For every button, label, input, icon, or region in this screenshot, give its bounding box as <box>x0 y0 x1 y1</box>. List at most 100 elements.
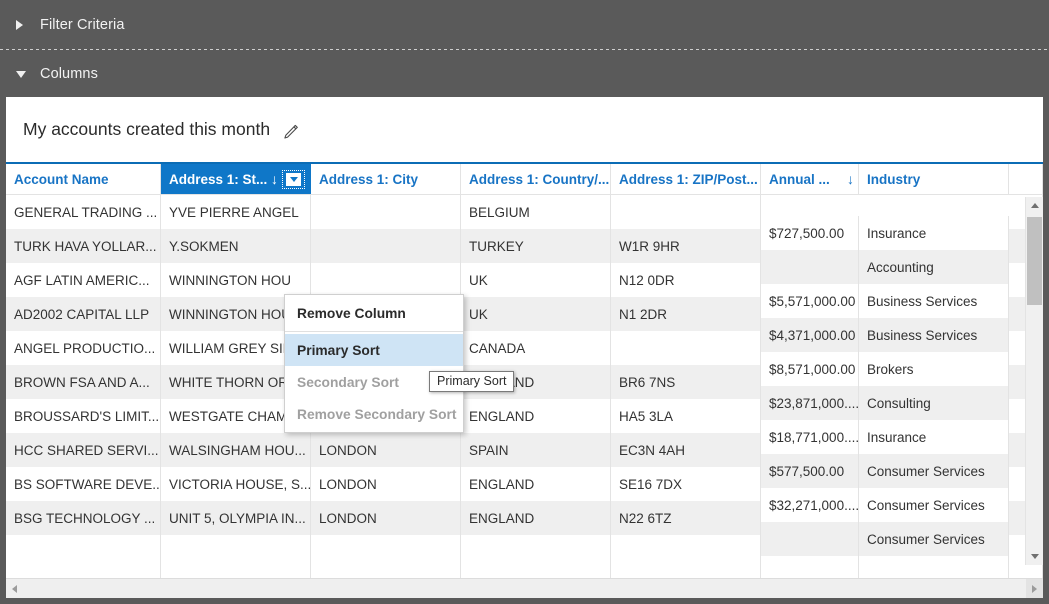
page-title: My accounts created this month <box>23 119 271 139</box>
table-cell[interactable]: $727,500.00 <box>761 216 858 250</box>
scroll-left-icon[interactable] <box>6 579 23 598</box>
scroll-down-icon[interactable] <box>1026 548 1043 565</box>
table-cell[interactable]: WALSINGHAM HOU... <box>161 433 310 467</box>
table-cell[interactable]: Insurance <box>859 216 1008 250</box>
grid-column-industry: Insurance Accounting Business Services Busi… <box>859 216 1009 598</box>
table-cell[interactable]: SPAIN <box>461 433 610 467</box>
table-cell[interactable]: VICTORIA HOUSE, S... <box>161 467 310 501</box>
scroll-up-icon[interactable] <box>1026 197 1043 214</box>
column-header-address_street[interactable]: Address 1: St... ↓ <box>161 164 311 194</box>
table-cell[interactable]: HCC SHARED SERVI... <box>6 433 160 467</box>
descending-arrow-icon: ↓ <box>847 171 854 187</box>
table-cell[interactable]: $577,500.00 <box>761 454 858 488</box>
column-header-address_city[interactable]: Address 1: City <box>311 164 461 194</box>
table-cell[interactable]: TURKEY <box>461 229 610 263</box>
table-cell[interactable]: $4,371,000.00 <box>761 318 858 352</box>
table-cell[interactable]: ENGLAND <box>461 399 610 433</box>
triangle-right-icon <box>16 20 32 30</box>
table-cell[interactable] <box>611 331 760 365</box>
table-cell[interactable]: WINNINGTON HOU <box>161 263 310 297</box>
table-cell[interactable]: Consumer Services <box>859 522 1008 556</box>
triangle-down-icon <box>16 71 32 78</box>
table-cell[interactable]: Consumer Services <box>859 488 1008 522</box>
table-cell[interactable]: Brokers <box>859 352 1008 386</box>
table-cell[interactable]: BR6 7NS <box>611 365 760 399</box>
table-cell[interactable]: Business Services <box>859 284 1008 318</box>
table-cell[interactable]: W1R 9HR <box>611 229 760 263</box>
table-cell[interactable] <box>311 263 460 297</box>
grid-customization-pane: Filter Criteria Columns My accounts crea… <box>0 0 1049 604</box>
column-header-account_name[interactable]: Account Name <box>6 164 161 194</box>
table-cell[interactable]: $5,571,000.00 <box>761 284 858 318</box>
table-cell[interactable] <box>761 522 858 556</box>
filter-criteria-label: Filter Criteria <box>40 16 125 33</box>
table-cell[interactable] <box>611 195 760 229</box>
grid-header-row: Account Name Address 1: St... ↓ Address 1: … <box>6 164 1043 195</box>
table-cell[interactable]: Insurance <box>859 420 1008 454</box>
data-grid: Account Name Address 1: St... ↓ Address 1: … <box>6 162 1043 598</box>
table-cell[interactable]: BSG TECHNOLOGY ... <box>6 501 160 535</box>
table-cell[interactable]: N12 0DR <box>611 263 760 297</box>
table-cell[interactable]: HA5 3LA <box>611 399 760 433</box>
column-header-industry[interactable]: Industry <box>859 164 1009 194</box>
column-header-annual_revenue[interactable]: Annual ... ↓ <box>761 164 859 194</box>
columns-section-header[interactable]: Columns <box>0 51 1049 97</box>
table-cell[interactable]: EC3N 4AH <box>611 433 760 467</box>
table-cell[interactable]: Business Services <box>859 318 1008 352</box>
column-header-label: Account Name <box>14 171 109 187</box>
table-cell[interactable]: N1 2DR <box>611 297 760 331</box>
table-cell[interactable]: $32,271,000.... <box>761 488 858 522</box>
table-cell[interactable]: Consumer Services <box>859 454 1008 488</box>
column-header-address_country[interactable]: Address 1: Country/... <box>461 164 611 194</box>
table-cell[interactable]: BROWN FSA AND A... <box>6 365 160 399</box>
column-context-menu[interactable]: Remove Column Primary Sort Secondary Sort R… <box>284 294 464 433</box>
filter-criteria-section-header[interactable]: Filter Criteria <box>0 0 1049 49</box>
table-cell[interactable]: CANADA <box>461 331 610 365</box>
dropdown-arrow-icon[interactable] <box>282 169 305 189</box>
table-cell[interactable]: UNIT 5, OLYMPIA IN... <box>161 501 310 535</box>
context-menu-item: Remove Secondary Sort <box>297 406 457 422</box>
table-cell[interactable] <box>311 195 460 229</box>
table-cell[interactable]: LONDON <box>311 433 460 467</box>
table-cell[interactable]: $8,571,000.00 <box>761 352 858 386</box>
table-cell[interactable]: $18,771,000.... <box>761 420 858 454</box>
table-cell[interactable]: AGF LATIN AMERIC... <box>6 263 160 297</box>
table-cell[interactable] <box>761 250 858 284</box>
grid-body: GENERAL TRADING ... TURK HAVA YOLLAR... AG… <box>6 195 1043 598</box>
table-cell[interactable]: BELGIUM <box>461 195 610 229</box>
table-cell[interactable]: BROUSSARD'S LIMIT... <box>6 399 160 433</box>
table-cell[interactable] <box>311 229 460 263</box>
column-header-label: Address 1: City <box>319 171 419 187</box>
table-cell[interactable]: ANGEL PRODUCTIO... <box>6 331 160 365</box>
grid-column-annual_revenue: $727,500.00 $5,571,000.00 $4,371,000.00 $8,… <box>761 216 859 598</box>
table-cell[interactable]: N22 6TZ <box>611 501 760 535</box>
columns-label: Columns <box>40 66 98 82</box>
table-cell[interactable]: LONDON <box>311 501 460 535</box>
table-cell[interactable]: SE16 7DX <box>611 467 760 501</box>
table-cell[interactable]: Accounting <box>859 250 1008 284</box>
pencil-icon[interactable] <box>281 122 301 142</box>
table-cell[interactable]: $23,871,000.... <box>761 386 858 420</box>
column-header-label: Address 1: Country/... <box>469 171 610 187</box>
table-cell[interactable]: GENERAL TRADING ... <box>6 195 160 229</box>
context-menu-item[interactable]: Primary Sort <box>285 334 463 366</box>
table-cell[interactable]: Consulting <box>859 386 1008 420</box>
scroll-right-icon[interactable] <box>1026 579 1043 598</box>
table-cell[interactable]: YVE PIERRE ANGEL <box>161 195 310 229</box>
column-header-spacer[interactable] <box>1009 164 1043 194</box>
column-header-address_zip[interactable]: Address 1: ZIP/Post... <box>611 164 761 194</box>
table-cell[interactable]: UK <box>461 263 610 297</box>
table-cell[interactable]: ENGLAND <box>461 501 610 535</box>
vertical-scrollbar[interactable] <box>1025 197 1043 565</box>
grid-column-address_zip: W1R 9HR N12 0DR N1 2DR BR6 7NS HA5 3LA EC3N 4… <box>611 195 761 598</box>
table-cell[interactable]: ENGLAND <box>461 467 610 501</box>
table-cell[interactable]: AD2002 CAPITAL LLP <box>6 297 160 331</box>
horizontal-scrollbar[interactable] <box>6 578 1043 598</box>
table-cell[interactable]: TURK HAVA YOLLAR... <box>6 229 160 263</box>
table-cell[interactable]: BS SOFTWARE DEVE... <box>6 467 160 501</box>
table-cell[interactable]: UK <box>461 297 610 331</box>
vertical-scrollbar-thumb[interactable] <box>1027 217 1042 305</box>
table-cell[interactable]: Y.SOKMEN <box>161 229 310 263</box>
context-menu-item[interactable]: Remove Column <box>285 297 463 329</box>
table-cell[interactable]: LONDON <box>311 467 460 501</box>
